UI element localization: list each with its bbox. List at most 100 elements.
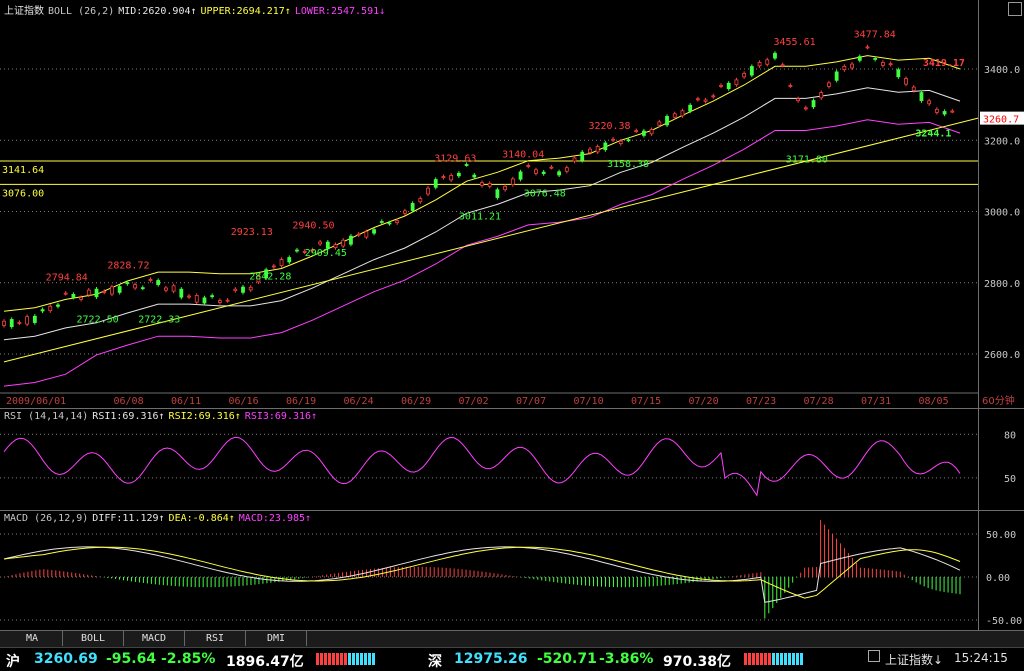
candle-body [480, 182, 484, 186]
price-chart-panel[interactable]: 3400.0 3200.0 3000.0 2800.0 2600.0 3141.64 307… [0, 0, 1024, 408]
price-axis-label: 2600.0 [984, 350, 1020, 361]
candle-body [287, 257, 292, 263]
candle-body [649, 129, 654, 135]
price-annotation: 3011.21 [459, 212, 501, 223]
macd-chart: 50.00 0.00 -50.00 [0, 520, 1022, 627]
rsi-axis-label: 80 [1004, 430, 1016, 441]
candle-body [749, 66, 754, 76]
price-annotation: 2923.13 [231, 227, 273, 238]
candle-body [241, 286, 245, 293]
candle-body [171, 285, 176, 292]
date-axis-label: 06/11 [171, 396, 201, 407]
current-index-name[interactable]: 上证指数↓ [885, 651, 943, 668]
candle-body [25, 316, 30, 325]
current-price-tag: 3260.7 [983, 115, 1019, 126]
candle-body [210, 295, 215, 298]
candle-body [9, 319, 14, 327]
price-chart: 3400.0 3200.0 3000.0 2800.0 2600.0 3141.64 307… [0, 29, 1024, 407]
date-axis-label: 07/31 [861, 396, 891, 407]
candle-body [526, 165, 531, 167]
candle-body [572, 157, 577, 162]
date-axis-label: 07/20 [689, 396, 719, 407]
alert-icon[interactable] [868, 650, 880, 662]
candle-body [611, 138, 615, 141]
sh-price: 3260.69 [34, 651, 98, 667]
candle-body [850, 63, 854, 69]
candle-body [356, 233, 361, 236]
candle-body [379, 221, 384, 223]
indicator-tabs: MA BOLL MACD RSI DMI [0, 630, 1024, 647]
candle-body [341, 239, 346, 247]
rsi-panel[interactable]: 80 50 RSI (14,14,14) RSI1:69.316↑ RSI2:69.3… [0, 409, 1024, 510]
candle-body [433, 179, 438, 188]
sz-label: 深 [428, 654, 442, 670]
tab-macd[interactable]: MACD [124, 631, 185, 646]
sh-label: 沪 [6, 654, 20, 670]
candle-body [510, 178, 515, 185]
candle-body [881, 61, 885, 66]
rsi1-value: RSI1:69.316↑ [92, 411, 165, 422]
candle-body [803, 107, 808, 110]
candle-body [927, 100, 932, 105]
candle-body [217, 300, 222, 303]
candle-body [618, 140, 623, 145]
candle-body [503, 185, 508, 191]
rsi3-value: RSI3:69.316↑ [244, 411, 318, 422]
date-axis-label: 06/16 [229, 396, 259, 407]
candle-body [703, 99, 708, 102]
macd-axis-label: 50.00 [986, 530, 1016, 541]
candle-body [202, 297, 207, 304]
candle-body [719, 84, 723, 87]
date-axis-label: 07/28 [804, 396, 834, 407]
rsi-indicator-name: RSI (14,14,14) [4, 411, 89, 422]
macd-panel[interactable]: 50.00 0.00 -50.00 MACD (26,12,9) DIFF:11.12… [0, 511, 1024, 630]
tab-dmi[interactable]: DMI [246, 631, 307, 646]
candle-body [387, 222, 392, 225]
market-status-bar: 沪 3260.69 -95.64 -2.85% 1896.47亿 深 12975… [0, 647, 1024, 671]
candle-body [780, 64, 785, 67]
candle-body [657, 121, 662, 126]
candle-body [179, 288, 184, 298]
candle-body [695, 98, 700, 101]
candle-body [71, 294, 76, 298]
candle-body [295, 249, 299, 252]
macd-header: MACD (26,12,9) DIFF:11.129↑ DEA:-0.864↑ MAC… [4, 513, 315, 524]
candle-body [372, 229, 376, 234]
candle-body [79, 297, 83, 300]
candle-body [40, 309, 45, 312]
date-axis-label: 07/15 [631, 396, 661, 407]
candle-body [395, 220, 400, 224]
candle-body [487, 183, 492, 187]
candle-body [472, 174, 477, 178]
sh-change: -95.64 [106, 651, 157, 667]
candle-body [271, 265, 276, 268]
boll-lower-value: LOWER:2547.591↓ [294, 6, 386, 17]
candle-body [349, 235, 353, 245]
candle-body [233, 288, 238, 291]
candle-body [688, 104, 693, 112]
diff-value: DIFF:11.129↑ [92, 513, 165, 524]
boll-mid-value: MID:2620.904↑ [118, 6, 197, 17]
price-annotation: 2722.33 [138, 314, 180, 325]
axis-divider [978, 0, 979, 630]
candle-body [773, 52, 777, 59]
boll-upper-value: UPPER:2694.217↑ [200, 6, 291, 17]
dea-value: DEA:-0.864↑ [168, 513, 235, 524]
candle-body [665, 116, 669, 126]
candle-body [796, 98, 800, 102]
tab-boll[interactable]: BOLL [63, 631, 124, 646]
tab-ma[interactable]: MA [2, 631, 63, 646]
macd-axis-label: -50.00 [986, 616, 1022, 627]
candle-body [734, 79, 739, 86]
candle-body [726, 82, 731, 90]
candle-body [48, 305, 53, 312]
price-level-label: 3076.00 [2, 188, 44, 199]
rsi2-value: RSI2:69.316↑ [168, 411, 241, 422]
tab-rsi[interactable]: RSI [185, 631, 246, 646]
window-restore-icon[interactable] [1008, 2, 1022, 16]
candle-body [642, 130, 646, 136]
price-annotation: 2722.50 [77, 314, 119, 325]
candle-body [857, 56, 862, 61]
candle-body [441, 176, 446, 179]
candle-body [672, 113, 677, 118]
